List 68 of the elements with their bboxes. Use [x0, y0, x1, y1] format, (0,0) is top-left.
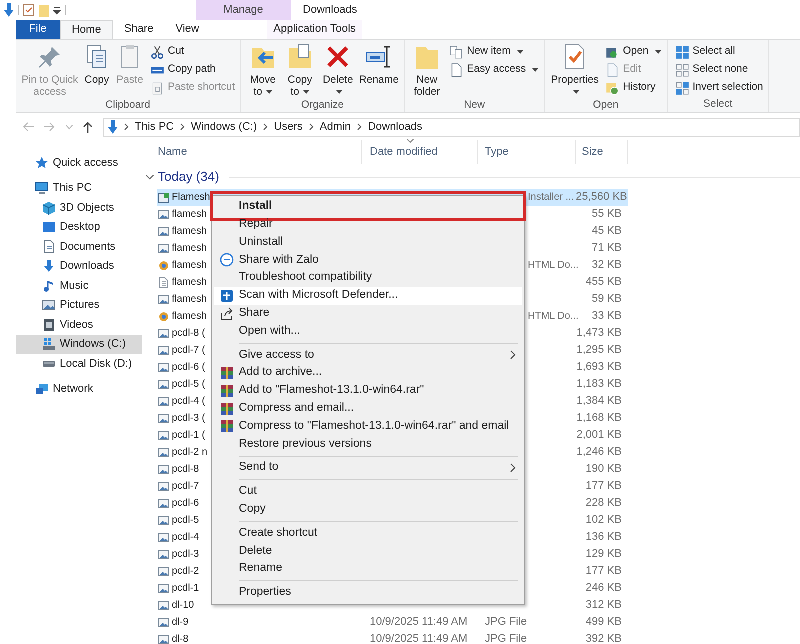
file-name: flamesh	[172, 208, 208, 222]
table-cell: 1,168 KB	[576, 412, 622, 424]
group-label: Select	[702, 97, 734, 112]
table-cell: 499 KB	[586, 616, 622, 628]
table-cell: 10/9/2025 11:49 AM	[370, 616, 468, 628]
file-name: pcdl-5	[172, 514, 200, 528]
table-cell: 25,560 KB	[576, 191, 628, 204]
file-name: flamesh	[172, 310, 208, 324]
table-cell: 177 KB	[586, 480, 622, 492]
file-name: pcdl-5 (	[172, 378, 206, 392]
table-cell: 129 KB	[586, 548, 622, 560]
group-label: Open	[592, 98, 620, 113]
file-name: Flamesh	[172, 191, 210, 205]
file-name: pcdl-7 (	[172, 344, 206, 358]
file-name: pcdl-6	[172, 497, 200, 511]
table-cell: 45 KB	[592, 225, 622, 238]
file-name: pcdl-7	[172, 480, 200, 494]
table-cell: JPG File	[485, 633, 528, 644]
file-name: pcdl-1	[172, 582, 200, 596]
table-cell: 246 KB	[586, 582, 622, 594]
file-name: flamesh	[172, 276, 208, 290]
table-cell: 312 KB	[586, 599, 622, 612]
table-cell: 59 KB	[592, 293, 622, 306]
file-name: pcdl-6 (	[172, 361, 206, 375]
table-cell: 32 KB	[592, 259, 622, 272]
table-cell: Installer ...	[528, 192, 574, 203]
table-cell: 392 KB	[586, 633, 622, 644]
file-name: dl-10	[172, 599, 194, 613]
file-name: dl-8	[172, 633, 189, 644]
file-name: pcdl-2	[172, 565, 200, 579]
table-cell: 102 KB	[586, 514, 622, 526]
table-cell: 177 KB	[586, 565, 622, 578]
table-cell: HTML Do...	[528, 260, 579, 271]
file-name: pcdl-8 (	[172, 327, 206, 341]
file-name: pcdl-2 n	[172, 446, 208, 460]
file-name: pcdl-4 (	[172, 395, 206, 409]
table-cell: 1,384 KB	[576, 395, 622, 408]
file-name: pcdl-8	[172, 463, 200, 477]
table-cell: JPG File	[485, 616, 528, 628]
file-name: flamesh	[172, 259, 208, 273]
table-cell: 136 KB	[586, 531, 622, 544]
file-name: pcdl-4	[172, 531, 200, 545]
file-name: flamesh	[172, 242, 208, 256]
table-cell: 1,693 KB	[576, 361, 622, 374]
file-name: pcdl-3	[172, 548, 200, 562]
table-cell: HTML Do...	[528, 311, 579, 322]
file-name: dl-9	[172, 616, 189, 630]
table-cell: 33 KB	[592, 310, 622, 322]
table-cell: 228 KB	[586, 497, 622, 510]
table-cell: 10/9/2025 11:49 AM	[370, 633, 468, 644]
file-name: flamesh	[172, 225, 208, 239]
file-name: pcdl-3 (	[172, 412, 206, 426]
window-title: Downloads	[302, 2, 358, 18]
table-cell: 55 KB	[592, 208, 622, 220]
table-cell: 71 KB	[592, 242, 622, 254]
group-label: New	[463, 98, 486, 113]
file-name: pcdl-1 (	[172, 429, 206, 443]
group-label: Organize	[300, 98, 345, 113]
table-cell: 1,295 KB	[576, 344, 622, 356]
contextual-tab-header: Manage	[196, 0, 291, 20]
table-cell: 1,246 KB	[576, 446, 622, 458]
group-label: Clipboard	[104, 98, 152, 113]
table-cell: 1,473 KB	[576, 327, 622, 340]
table-cell: 455 KB	[586, 276, 622, 288]
file-name: flamesh	[172, 293, 208, 307]
table-cell: 190 KB	[586, 463, 622, 476]
table-cell: 1,183 KB	[576, 378, 622, 390]
table-cell: 2,001 KB	[576, 429, 622, 442]
